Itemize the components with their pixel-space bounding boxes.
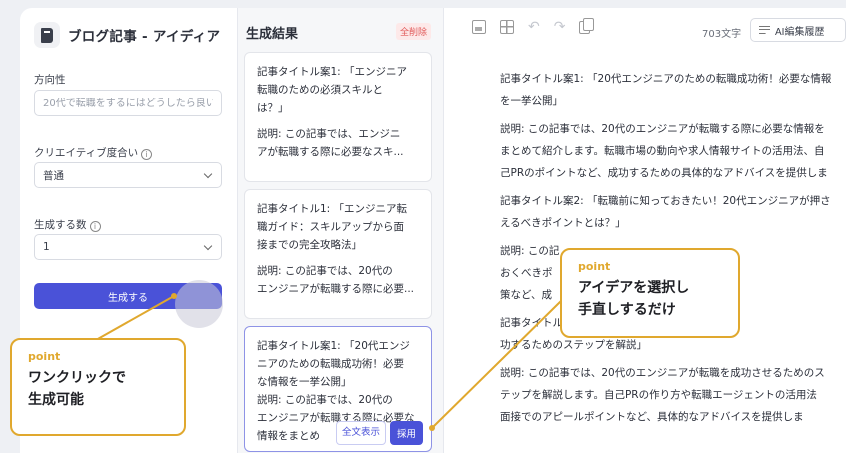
connector-line-left <box>95 295 175 341</box>
connector-dot-left <box>171 293 177 299</box>
callout-point-label: point <box>578 260 611 273</box>
callout-message: アイデアを選択し 手直しするだけ <box>578 280 690 318</box>
point-callout-left: point ワンクリックで 生成可能 <box>10 338 186 436</box>
connector-dot-right <box>429 425 435 431</box>
callout-point-label: point <box>28 350 61 363</box>
callout-message: ワンクリックで 生成可能 <box>28 370 126 408</box>
app-window: ブログ記事 - アイディア 方向性 クリエイティブ度合いi 普通 生成する数i … <box>0 0 846 453</box>
point-callout-right: point アイデアを選択し 手直しするだけ <box>560 248 740 338</box>
connector-line-right <box>431 299 563 429</box>
